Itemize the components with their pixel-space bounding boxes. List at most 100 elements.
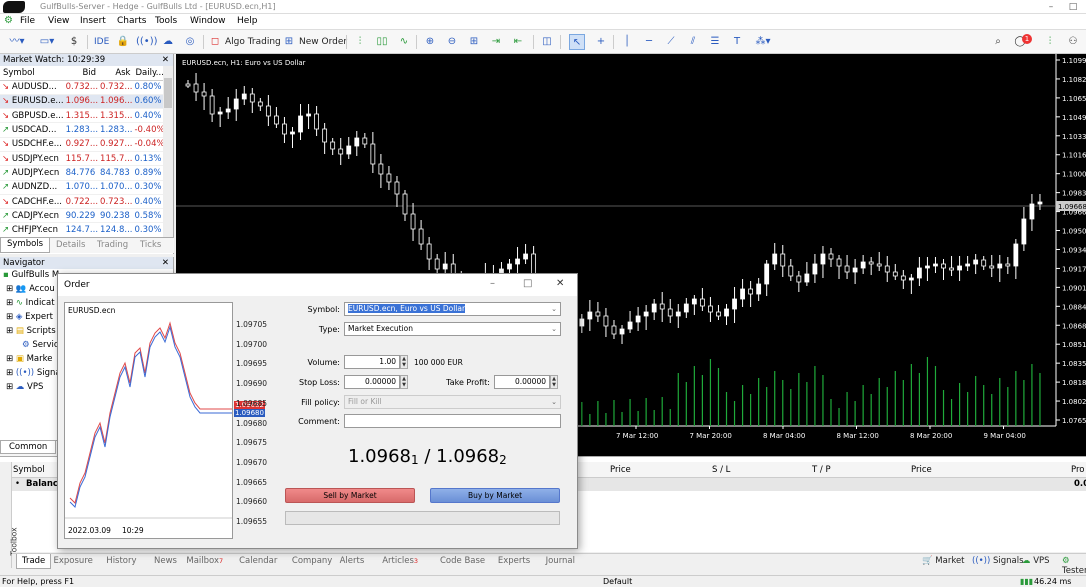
- new-order-button[interactable]: New Order: [299, 34, 347, 50]
- close-icon[interactable]: ✕: [556, 278, 564, 289]
- navigator-item-services[interactable]: ⚙ Servic: [22, 340, 59, 350]
- trendline-icon[interactable]: ⟋: [663, 34, 679, 50]
- tab-experts[interactable]: Experts: [498, 556, 530, 566]
- profile-icon[interactable]: ⚇: [1064, 34, 1082, 50]
- candle-chart-icon[interactable]: ▯▯: [374, 34, 390, 50]
- toolbox-tester[interactable]: ⚙ Tester: [1062, 556, 1086, 576]
- column-header[interactable]: Price: [911, 465, 932, 475]
- minimize-icon[interactable]: –: [490, 278, 495, 289]
- tab-calendar[interactable]: Calendar: [239, 556, 277, 566]
- line-chart-icon[interactable]: ∿: [396, 34, 412, 50]
- column-header[interactable]: Symbol: [0, 66, 64, 81]
- market-watch-row[interactable]: ↘ CADCHF.e... 0.722... 0.723... 0.40%: [0, 194, 165, 210]
- tab-symbols[interactable]: Symbols: [0, 238, 51, 253]
- tab-company[interactable]: Company: [292, 556, 332, 566]
- navigator-item-market[interactable]: ⊞ ▣ Marke: [6, 354, 52, 364]
- menu-window[interactable]: Window: [190, 16, 226, 26]
- market-watch-row[interactable]: ↘ AUDUSD... 0.732... 0.732... 0.80%: [0, 80, 165, 95]
- navigator-item-vps[interactable]: ⊞ ☁ VPS: [6, 382, 43, 392]
- toolbox-signals[interactable]: ((•)) Signals: [972, 556, 1024, 566]
- navigator-item-accounts[interactable]: ⊞ 👥 Accou: [6, 284, 55, 294]
- cursor-icon[interactable]: ↖: [569, 34, 585, 50]
- navigator-item-experts[interactable]: ⊞ ◈ Expert: [6, 312, 53, 322]
- column-header[interactable]: Ask: [98, 66, 133, 81]
- scrollbar[interactable]: [163, 66, 173, 238]
- symbol-select[interactable]: EURUSD.ecn, Euro vs US Dollar ⌄: [344, 302, 561, 316]
- market-watch-row[interactable]: ↗ USDCAD... 1.283... 1.283... -0.40%: [0, 122, 165, 138]
- ide-button[interactable]: IDE: [94, 34, 109, 50]
- comment-input[interactable]: [344, 414, 561, 428]
- new-order-icon[interactable]: ⊞: [283, 34, 295, 50]
- maximize-icon[interactable]: □: [523, 278, 532, 289]
- tab-mailbox[interactable]: Mailbox7: [186, 556, 223, 566]
- stop-loss-input[interactable]: 0.00000: [344, 375, 400, 389]
- menu-view[interactable]: View: [48, 16, 69, 26]
- navigator-item-signals[interactable]: ⊞ ((•)) Signal: [6, 368, 63, 378]
- navigator-item-scripts[interactable]: ⊞ ▤ Scripts: [6, 326, 56, 336]
- toolbox-vps[interactable]: ☁ VPS: [1022, 556, 1050, 566]
- menu-help[interactable]: Help: [237, 16, 258, 26]
- tab-trading[interactable]: Trading: [97, 240, 128, 250]
- menu-charts[interactable]: Charts: [117, 16, 146, 26]
- take-profit-stepper[interactable]: ▲ ▼: [550, 375, 558, 389]
- algo-trading-icon[interactable]: ◻: [209, 34, 221, 50]
- algo-trading-button[interactable]: Algo Trading: [225, 34, 281, 50]
- search-icon[interactable]: ⌕: [990, 34, 1006, 50]
- column-header[interactable]: S / L: [712, 465, 730, 475]
- take-profit-input[interactable]: 0.00000: [494, 375, 550, 389]
- shapes-icon[interactable]: ⁂▾: [751, 34, 775, 50]
- volume-stepper[interactable]: ▲ ▼: [400, 355, 408, 369]
- bar-chart-icon[interactable]: ⫶: [352, 34, 368, 50]
- tab-news[interactable]: News: [154, 556, 177, 566]
- column-header[interactable]: Symbol: [13, 465, 45, 475]
- column-header[interactable]: Pro: [1071, 465, 1085, 475]
- zoom-out-icon[interactable]: ⊖: [444, 34, 460, 50]
- stop-loss-stepper[interactable]: ▲ ▼: [400, 375, 408, 389]
- column-header[interactable]: T / P: [812, 465, 831, 475]
- close-icon[interactable]: ✕: [162, 257, 169, 269]
- volume-input[interactable]: 1.00: [344, 355, 400, 369]
- maximize-button[interactable]: □: [1062, 0, 1084, 14]
- market-watch-row[interactable]: ↗ CHFJPY.ecn 124.7... 124.8... 0.30%: [0, 222, 165, 238]
- market-icon[interactable]: ◎: [182, 34, 198, 50]
- cloud-icon[interactable]: ☁: [160, 34, 176, 50]
- market-watch-row[interactable]: ↘ EURUSD.e... 1.096... 1.096... 0.60%: [0, 94, 165, 110]
- tab-code-base[interactable]: Code Base: [440, 556, 485, 566]
- horizontal-line-icon[interactable]: ─: [641, 34, 657, 50]
- menu-tools[interactable]: Tools: [155, 16, 177, 26]
- column-header[interactable]: Bid: [63, 66, 99, 81]
- market-watch-row[interactable]: ↘ GBPUSD.e... 1.315... 1.315... 0.40%: [0, 108, 165, 124]
- tab-common[interactable]: Common: [0, 441, 57, 454]
- market-watch-row[interactable]: ↘ USDCHF.e... 0.927... 0.927... -0.04%: [0, 137, 165, 152]
- tab-journal[interactable]: Journal: [546, 556, 575, 566]
- sell-by-market-button[interactable]: Sell by Market: [285, 488, 415, 503]
- dollar-icon[interactable]: $: [66, 34, 82, 50]
- navigator-item-indicators[interactable]: ⊞ ∿ Indicat: [6, 298, 55, 308]
- tab-alerts[interactable]: Alerts: [340, 556, 365, 566]
- signal-icon[interactable]: ((•)): [136, 34, 158, 50]
- column-header[interactable]: Daily...: [132, 66, 165, 81]
- tab-history[interactable]: History: [106, 556, 136, 566]
- scrollbar-thumb[interactable]: [164, 78, 172, 108]
- channel-icon[interactable]: ⫽: [685, 34, 701, 50]
- navigator-item-account-root[interactable]: ▪ GulfBulls M: [3, 270, 59, 280]
- chart-shift-icon[interactable]: ⇤: [510, 34, 526, 50]
- fibonacci-icon[interactable]: ☰: [707, 34, 723, 50]
- lock-icon[interactable]: 🔒: [116, 34, 130, 50]
- crosshair-icon[interactable]: +: [593, 34, 609, 50]
- market-watch-row[interactable]: ↗ AUDNZD... 1.070... 1.070... 0.30%: [0, 180, 165, 195]
- tab-exposure[interactable]: Exposure: [54, 556, 93, 566]
- tab-details[interactable]: Details: [56, 240, 85, 250]
- autoscroll-icon[interactable]: ⇥: [488, 34, 504, 50]
- tab-trade[interactable]: Trade: [16, 554, 52, 569]
- buy-by-market-button[interactable]: Buy by Market: [430, 488, 560, 503]
- type-select[interactable]: Market Execution ⌄: [344, 322, 561, 336]
- menu-file[interactable]: File: [20, 16, 35, 26]
- text-icon[interactable]: T: [729, 34, 745, 50]
- zoom-in-icon[interactable]: ⊕: [422, 34, 438, 50]
- column-header[interactable]: Price: [610, 465, 631, 475]
- minimize-button[interactable]: –: [1040, 0, 1062, 14]
- vertical-line-icon[interactable]: │: [619, 34, 635, 50]
- tab-articles[interactable]: Articles3: [382, 556, 418, 566]
- toolbox-market[interactable]: 🛒 Market: [922, 556, 965, 566]
